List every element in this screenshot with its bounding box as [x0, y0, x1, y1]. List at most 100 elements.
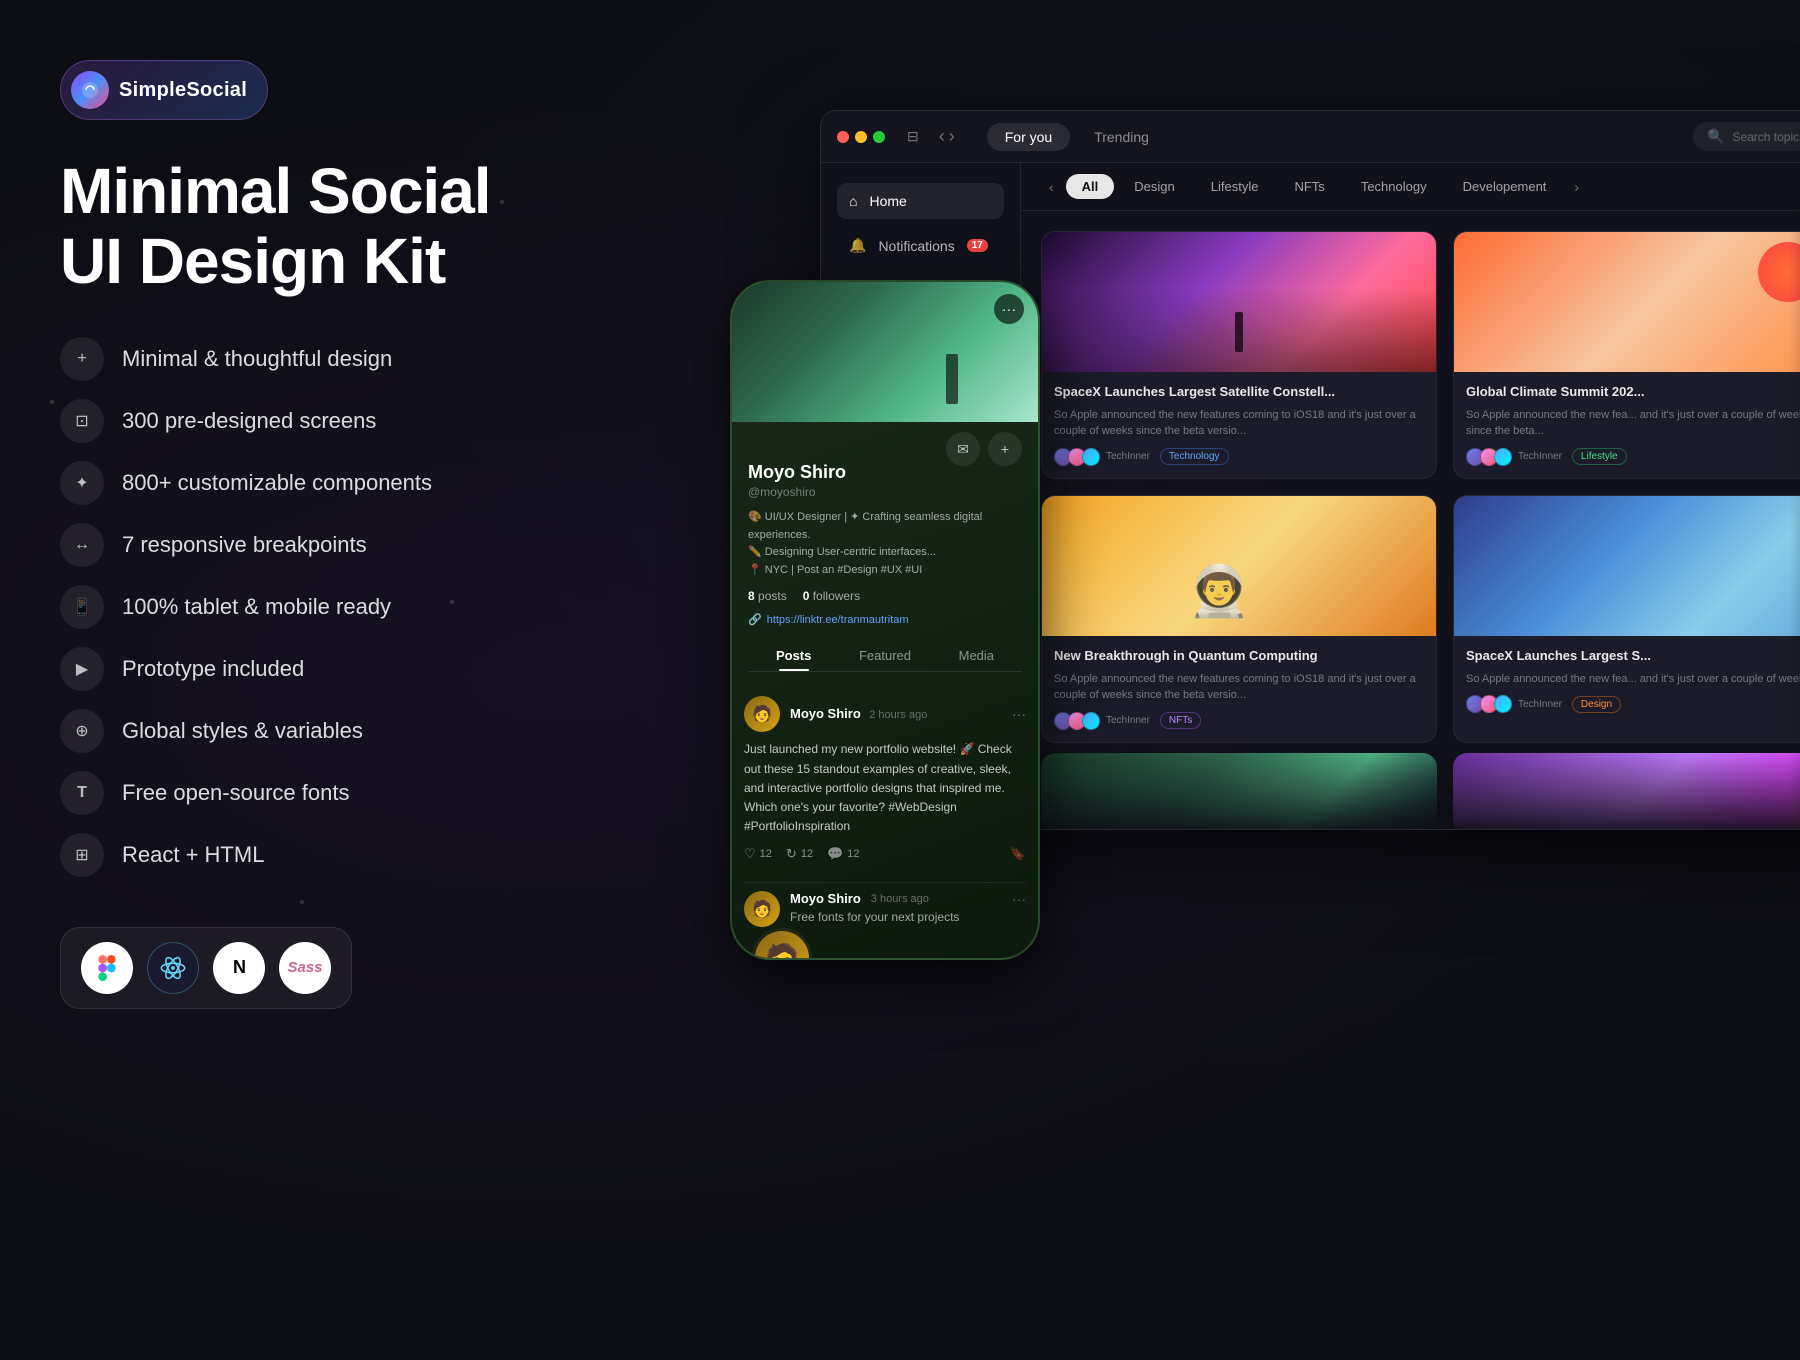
post-2-avatar: 🧑	[744, 891, 780, 927]
news-card-3-body: New Breakthrough in Quantum Computing So…	[1042, 636, 1436, 742]
feature-icon-screens: ⊡	[60, 399, 104, 443]
left-panel: SimpleSocial Minimal Social UI Design Ki…	[60, 60, 580, 1009]
mobile-post-1: 🧑 Moyo Shiro 2 hours ago ··· Just launch…	[732, 696, 1038, 874]
brand-name: SimpleSocial	[119, 79, 247, 102]
news-card-2-title: Global Climate Summit 202...	[1466, 384, 1800, 401]
feature-text-screens: 300 pre-designed screens	[122, 408, 376, 434]
news-card-3-avatars	[1054, 712, 1100, 730]
feature-icon-prototype: ▶	[60, 647, 104, 691]
news-card-4: SpaceX Launches Largest S... So Apple an…	[1453, 495, 1800, 743]
mobile-post-2: 🧑 Moyo Shiro 3 hours ago Free fonts for …	[732, 891, 1038, 927]
news-card-3-tag: NFTs	[1160, 712, 1201, 729]
news-card-2-meta: TechInner Lifestyle	[1466, 448, 1800, 466]
news-card-3: 👨‍🚀 New Breakthrough in Quantum Computin…	[1041, 495, 1437, 743]
repost-action[interactable]: ↻ 12	[786, 846, 813, 862]
sidebar-item-notifications[interactable]: 🔔 Notifications 17	[837, 227, 1004, 264]
back-arrow-icon[interactable]: ‹	[939, 126, 945, 147]
cat-design[interactable]: Design	[1118, 174, 1190, 199]
expand-window-dot	[873, 131, 885, 143]
tab-for-you[interactable]: For you	[987, 123, 1070, 151]
feature-icon-components: ✦	[60, 461, 104, 505]
cat-development[interactable]: Developement	[1447, 174, 1563, 199]
news-card-4-tag: Design	[1572, 696, 1621, 713]
repost-icon: ↻	[786, 846, 797, 862]
followers-stat: 0 followers	[803, 589, 860, 603]
sidebar-toggle-icon[interactable]: ⊟	[907, 128, 919, 145]
comment-icon: 💬	[827, 846, 843, 862]
news-card-3-image: 👨‍🚀	[1042, 496, 1436, 636]
cat-all[interactable]: All	[1066, 174, 1115, 199]
forward-arrow-icon[interactable]: ›	[949, 126, 955, 147]
tech-badge-sass: Sass	[279, 942, 331, 994]
follow-action-button[interactable]: +	[988, 432, 1022, 466]
cat-lifestyle[interactable]: Lifestyle	[1195, 174, 1275, 199]
close-window-dot	[837, 131, 849, 143]
minimize-window-dot	[855, 131, 867, 143]
tab-posts[interactable]: Posts	[748, 640, 839, 671]
desktop-content: ‹ All Design Lifestyle NFTs Technology D…	[1021, 163, 1800, 829]
feature-icon-global: ⊕	[60, 709, 104, 753]
feature-text-minimal: Minimal & thoughtful design	[122, 346, 392, 372]
profile-link[interactable]: 🔗 https://linktr.ee/tranmautritam	[748, 613, 1022, 626]
tab-trending[interactable]: Trending	[1076, 123, 1167, 151]
category-left-chevron[interactable]: ‹	[1041, 175, 1062, 199]
desktop-header: ⊟ ‹ › For you Trending 🔍 Search topics..…	[821, 111, 1800, 163]
news-card-3-source: TechInner	[1106, 715, 1150, 726]
cat-nfts[interactable]: NFTs	[1278, 174, 1340, 199]
post-1-actions: ♡ 12 ↻ 12 💬 12 🔖	[744, 846, 1026, 862]
news-card-1-body: SpaceX Launches Largest Satellite Conste…	[1042, 372, 1436, 478]
feature-text-mobile: 100% tablet & mobile ready	[122, 594, 391, 620]
mini-avatar	[1494, 448, 1512, 466]
news-card-2-tag: Lifestyle	[1572, 448, 1627, 465]
news-card-1-avatars	[1054, 448, 1100, 466]
news-card-2-avatars	[1466, 448, 1512, 466]
post-2-username: Moyo Shiro	[790, 891, 861, 906]
profile-stats: 8 posts 0 followers	[748, 589, 1022, 603]
search-icon: 🔍	[1707, 128, 1724, 145]
feature-text-prototype: Prototype included	[122, 656, 304, 682]
main-nav-tabs: For you Trending	[987, 123, 1167, 151]
news-card-1-tag: Technology	[1160, 448, 1229, 465]
tab-media[interactable]: Media	[931, 640, 1022, 671]
profile-handle: @moyoshiro	[748, 485, 1022, 499]
post-options-icon[interactable]: ···	[994, 294, 1024, 324]
post-1-user-info: Moyo Shiro 2 hours ago	[790, 705, 927, 723]
news-card-4-source: TechInner	[1518, 699, 1562, 710]
feature-item: ⊡ 300 pre-designed screens	[60, 399, 580, 443]
mobile-mockup: ··· 🧑 ✉ + Moyo Shiro @moyoshiro 🎨 UI/UX …	[730, 280, 1040, 960]
tab-featured[interactable]: Featured	[839, 640, 930, 671]
feature-item: 📱 100% tablet & mobile ready	[60, 585, 580, 629]
link-icon: 🔗	[748, 613, 762, 626]
feature-icon-minimal: +	[60, 337, 104, 381]
post-2-text: Free fonts for your next projects	[790, 910, 959, 924]
feature-item: ✦ 800+ customizable components	[60, 461, 580, 505]
message-action-button[interactable]: ✉	[946, 432, 980, 466]
nav-arrows: ‹ ›	[939, 126, 955, 147]
comment-action[interactable]: 💬 12	[827, 846, 859, 862]
feature-text-global: Global styles & variables	[122, 718, 363, 744]
feature-icon-breakpoints: ↔	[60, 523, 104, 567]
post-1-time: 2 hours ago	[869, 709, 927, 721]
news-card-4-body: SpaceX Launches Largest S... So Apple an…	[1454, 636, 1800, 725]
news-card-5-image	[1041, 753, 1437, 829]
profile-action-buttons: ✉ +	[946, 432, 1022, 466]
profile-avatar: 🧑	[752, 928, 812, 960]
tech-badge-figma	[81, 942, 133, 994]
feature-icon-mobile: 📱	[60, 585, 104, 629]
like-action[interactable]: ♡ 12	[744, 846, 772, 862]
feature-icon-react: ⊞	[60, 833, 104, 877]
feature-text-breakpoints: 7 responsive breakpoints	[122, 532, 367, 558]
mini-avatar	[1082, 712, 1100, 730]
bookmark-icon[interactable]: 🔖	[1010, 846, 1026, 862]
category-right-chevron[interactable]: ›	[1566, 175, 1587, 199]
sidebar-item-home[interactable]: ⌂ Home	[837, 183, 1004, 219]
cat-technology[interactable]: Technology	[1345, 174, 1443, 199]
news-card-6	[1453, 753, 1800, 829]
post-divider	[744, 882, 1026, 883]
feature-item: ⊕ Global styles & variables	[60, 709, 580, 753]
post-1-more-icon[interactable]: ···	[1012, 706, 1026, 722]
feature-item: T Free open-source fonts	[60, 771, 580, 815]
search-bar[interactable]: 🔍 Search topics...	[1693, 122, 1800, 151]
post-2-more-icon[interactable]: ···	[1012, 891, 1026, 907]
feature-icon-fonts: T	[60, 771, 104, 815]
